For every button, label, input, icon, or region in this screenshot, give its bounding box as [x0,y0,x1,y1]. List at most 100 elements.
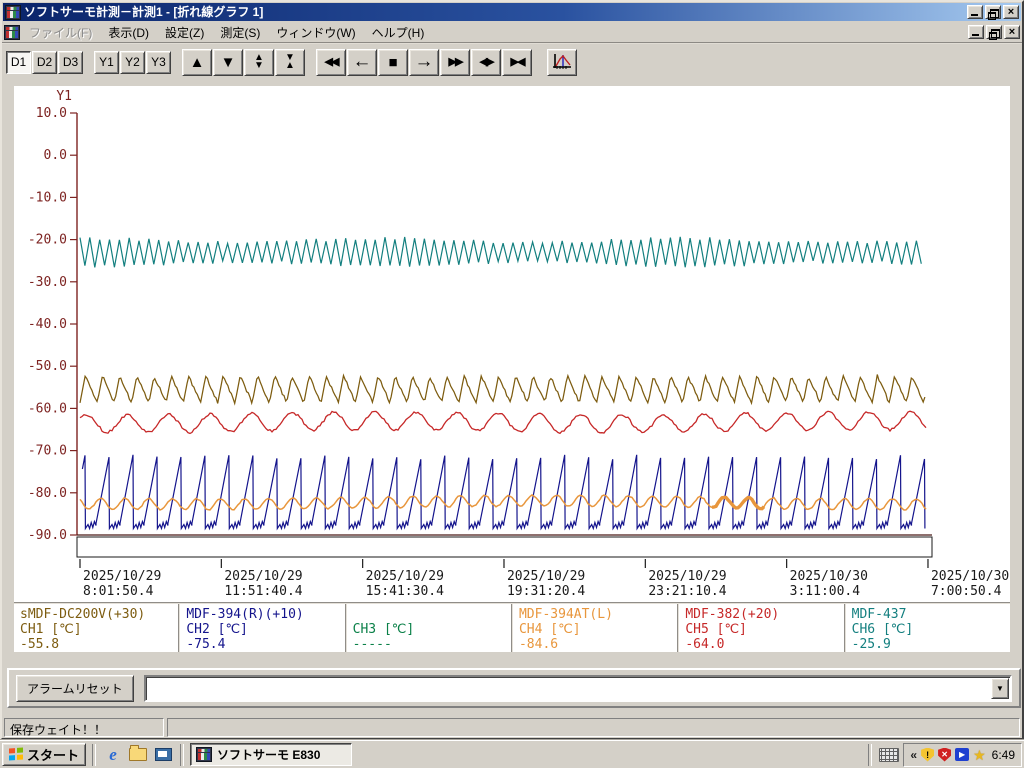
fast-rewind-button[interactable]: ◀◀ [316,49,346,76]
client-area: Y110.00.0-10.0-20.0-30.0-40.0-50.0-60.0-… [2,76,1022,738]
restore-button[interactable] [985,5,1001,19]
menu-window[interactable]: ウィンドウ(W) [268,22,363,43]
security-warning-icon[interactable]: ! [921,748,934,762]
menu-file: ファイル(F) [21,22,100,43]
legend-ch4-sensor-name: MDF-394AT(L) [519,607,677,622]
minimize-button[interactable] [967,5,983,19]
expand-horizontal-button[interactable]: ◀▶ [471,49,501,76]
taskbar-app-button[interactable]: ソフトサーモ E830 [190,743,352,766]
svg-text:-20.0: -20.0 [28,233,67,248]
expand-vertical-button[interactable]: ▲▼ [244,49,274,76]
child-minimize-button[interactable] [968,25,984,39]
taskbar: スタート e ソフトサーモ E830 « ! ✕ ▶ ★ 6:49 [0,740,1024,768]
svg-text:7:00:50.4: 7:00:50.4 [931,584,1002,599]
menu-measure[interactable]: 測定(S) [212,22,268,43]
legend-ch6-value: -25.9 [852,637,1010,652]
alarm-reset-button[interactable]: アラームリセット [16,675,134,702]
menu-settings[interactable]: 設定(Z) [157,22,212,43]
axis-y3-button[interactable]: Y3 [146,51,171,74]
menu-view[interactable]: 表示(D) [100,22,157,43]
taskbar-separator [92,744,96,766]
axis-y2-button[interactable]: Y2 [120,51,145,74]
menu-help[interactable]: ヘルプ(H) [364,22,433,43]
svg-text:-70.0: -70.0 [28,444,67,459]
dataset-d3-button[interactable]: D3 [58,51,83,74]
scroll-right-button[interactable]: → [409,49,439,76]
taskbar-separator [180,744,184,766]
svg-text:-50.0: -50.0 [28,359,67,374]
legend-ch3-channel-label: CH3 [℃] [353,622,511,637]
legend-ch1-value: -55.8 [20,637,178,652]
legend-ch3-sensor-name [353,607,511,622]
security-alert-icon[interactable]: ✕ [938,748,951,762]
graph-settings-button[interactable] [547,49,577,76]
taskbar-separator [868,744,872,766]
trace-ch1 [80,375,925,404]
status-message: 保存ウェイト！！ [4,718,164,737]
start-button-label: スタート [27,745,79,764]
legend-ch5-sensor-name: MDF-382(+20) [685,607,843,622]
app-icon [196,747,212,762]
menubar: ファイル(F)表示(D)設定(Z)測定(S)ウィンドウ(W)ヘルプ(H) × [2,22,1022,44]
range-indicator[interactable] [77,537,932,557]
trace-ch5 [80,411,926,433]
keyboard-layout-icon[interactable] [879,748,899,762]
legend-ch2: MDF-394(R)(+10)CH2 [℃]-75.4 [178,604,344,652]
app-icon[interactable] [5,5,21,20]
svg-text:2025/10/29: 2025/10/29 [507,569,585,584]
trace-ch6 [80,237,921,268]
legend-ch2-sensor-name: MDF-394(R)(+10) [186,607,344,622]
legend-ch5-value: -64.0 [685,637,843,652]
tray-collapse-chevron-icon[interactable]: « [910,749,917,761]
favorites-star-icon[interactable]: ★ [973,748,986,762]
svg-text:2025/10/30: 2025/10/30 [790,569,868,584]
svg-text:2025/10/29: 2025/10/29 [366,569,444,584]
close-button[interactable]: × [1003,5,1019,19]
scroll-left-button[interactable]: ← [347,49,377,76]
scroll-down-button[interactable]: ▼ [213,49,243,76]
legend-ch6: MDF-437CH6 [℃]-25.9 [844,604,1010,652]
legend-ch1-sensor-name: sMDF-DC200V(+30) [20,607,178,622]
trace-ch4-bold-segment [712,497,764,508]
legend-ch4-value: -84.6 [519,637,677,652]
fast-forward-button[interactable]: ▶▶ [440,49,470,76]
statusbar: 保存ウェイト！！ [3,716,1021,739]
child-system-menu-icon[interactable] [4,25,20,40]
legend-ch4: MDF-394AT(L)CH4 [℃]-84.6 [511,604,677,652]
desktop: ソフトサーモ計測－計測1 - [折れ線グラフ 1] × ファイル(F)表示(D)… [0,0,1024,768]
compress-vertical-button[interactable]: ▼▲ [275,49,305,76]
line-chart: Y110.00.0-10.0-20.0-30.0-40.0-50.0-60.0-… [14,86,1010,602]
svg-text:2025/10/29: 2025/10/29 [648,569,726,584]
show-desktop-icon[interactable] [152,744,174,766]
dataset-d1-button[interactable]: D1 [6,51,31,74]
legend-ch6-sensor-name: MDF-437 [852,607,1010,622]
child-restore-button[interactable] [986,25,1002,39]
legend-ch5: MDF-382(+20)CH5 [℃]-64.0 [677,604,843,652]
stop-button[interactable]: ■ [378,49,408,76]
alarm-combobox[interactable]: ▼ [144,675,1012,702]
taskbar-app-label: ソフトサーモ E830 [217,746,320,763]
legend-ch1: sMDF-DC200V(+30)CH1 [℃]-55.8 [14,604,178,652]
dataset-d2-button[interactable]: D2 [32,51,57,74]
legend-ch5-channel-label: CH5 [℃] [685,622,843,637]
compress-horizontal-button[interactable]: ▶◀ [502,49,532,76]
child-close-button[interactable]: × [1004,25,1020,39]
svg-text:2025/10/29: 2025/10/29 [224,569,302,584]
svg-text:15:41:30.4: 15:41:30.4 [366,584,444,599]
svg-text:10.0: 10.0 [36,106,67,121]
media-play-icon[interactable]: ▶ [955,748,969,761]
legend-ch6-channel-label: CH6 [℃] [852,622,1010,637]
axis-y1-button[interactable]: Y1 [94,51,119,74]
scroll-up-button[interactable]: ▲ [182,49,212,76]
windows-logo-icon [9,748,23,762]
legend-ch2-channel-label: CH2 [℃] [186,622,344,637]
svg-text:-30.0: -30.0 [28,275,67,290]
alarm-panel: アラームリセット ▼ [7,668,1021,708]
combobox-dropdown-button[interactable]: ▼ [991,678,1009,699]
folder-icon[interactable] [127,744,149,766]
start-button[interactable]: スタート [2,743,86,766]
status-cell-empty [167,718,1020,737]
svg-text:8:01:50.4: 8:01:50.4 [83,584,154,599]
internet-explorer-icon[interactable]: e [102,744,124,766]
svg-text:19:31:20.4: 19:31:20.4 [507,584,585,599]
